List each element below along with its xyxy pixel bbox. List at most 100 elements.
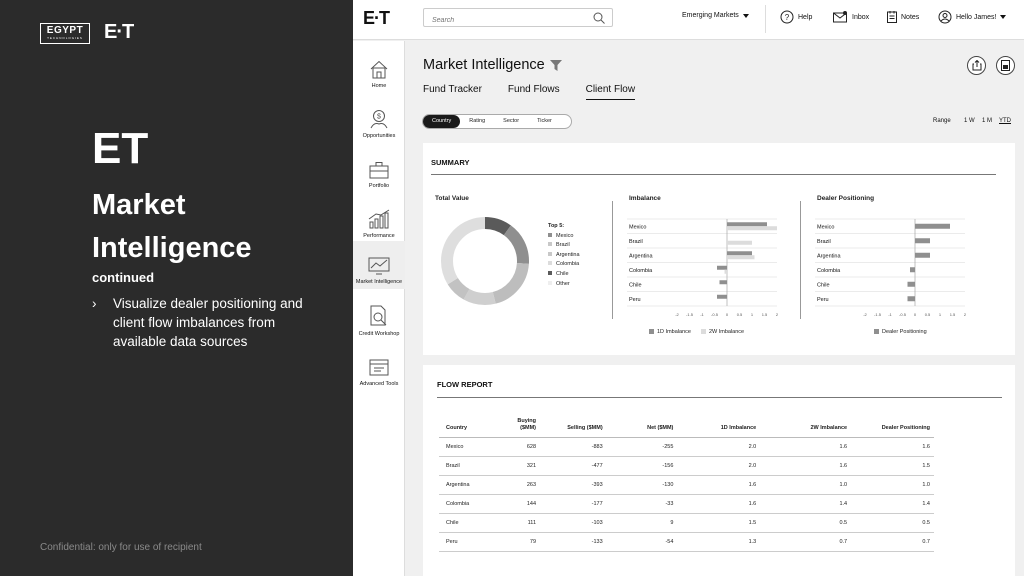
segment-ticker[interactable]: Ticker [528,115,561,128]
legend-swatch-2w [700,329,706,335]
inbox-button[interactable]: Inbox [833,11,869,23]
table-row[interactable]: Peru 79 -133 -54 1.3 0.7 0.7 [439,532,934,552]
table-cell: -54 [606,532,678,552]
col-buying[interactable]: Buying ($MM) [499,414,541,438]
legend-swatch [548,232,552,237]
tick-label: 0.5 [925,312,931,317]
tab-client-flow[interactable]: Client Flow [585,84,636,100]
table-cell: 79 [499,532,541,552]
tick-label: 2 [964,312,967,317]
legend-1d: 1D Imbalance [649,329,691,335]
legend-swatch-dealer [874,329,879,335]
sidebar-item-opportunities[interactable]: $ Opportunities [353,95,405,143]
tick-label: 1 [751,312,754,317]
tick-label: 2 [776,312,779,317]
col-2w-imbalance[interactable]: 2W Imbalance [760,414,852,438]
sidebar-item-market-intelligence[interactable]: Market Intelligence [353,241,405,289]
col-net[interactable]: Net ($MM) [606,414,678,438]
filter-icon[interactable] [549,59,562,71]
category-label: Chile [817,282,830,288]
app-logo[interactable]: E·T [363,8,390,29]
sidebar-item-portfolio[interactable]: Portfolio [353,145,405,193]
legend-label: Brazil [556,242,570,249]
bar [915,238,930,244]
summary-title: SUMMARY [431,158,470,167]
table-cell: 1.5 [851,456,934,476]
col-selling[interactable]: Selling ($MM) [540,414,607,438]
tick-label: -1 [700,312,704,317]
legend-swatch [548,261,552,266]
bullet-text: Visualize dealer positioning and client … [113,296,303,349]
range-1w[interactable]: 1 W [964,118,975,124]
category-label: Colombia [629,268,653,274]
table-row[interactable]: Chile 111 -103 9 1.5 0.5 0.5 [439,513,934,533]
tab-fund-tracker[interactable]: Fund Tracker [423,84,482,100]
table-cell: 144 [499,494,541,514]
export-button[interactable] [996,56,1015,75]
help-button[interactable]: ? Help [780,10,812,24]
sidebar-item-home[interactable]: Home [353,45,405,93]
search-box[interactable] [423,8,613,29]
table-cell: 1.0 [760,475,852,495]
imbalance-legend: 1D Imbalance 2W Imbalance [649,329,744,335]
category-label: Colombia [817,268,841,274]
chevron-down-icon [742,13,749,18]
search-input[interactable] [424,12,584,29]
table-row[interactable]: Colombia 144 -177 -33 1.6 1.4 1.4 [439,494,934,514]
sidebar-item-performance[interactable]: Performance [353,195,405,243]
tick-label: -0.5 [899,312,907,317]
bar [915,223,950,229]
table-row[interactable]: Mexico 628 -883 -255 2.0 1.6 1.6 [439,437,934,457]
flow-report-title: FLOW REPORT [437,380,493,389]
share-button[interactable] [967,56,986,75]
legend-item: Argentina [548,251,580,261]
tab-fund-flows[interactable]: Fund Flows [508,84,560,100]
bar [719,280,727,285]
avatar-icon [938,10,952,24]
category-label: Mexico [629,224,646,230]
sidebar-item-label: Performance [363,232,395,239]
range-1m[interactable]: 1 M [982,118,992,124]
segment-country[interactable]: Country [423,115,461,128]
search-icon[interactable] [593,12,605,24]
range-ytd[interactable]: YTD [999,118,1011,124]
inbox-icon [833,11,847,23]
summary-card: SUMMARY Total Value Imbalance Dealer Pos… [423,143,1015,355]
legend-2w-label: 2W Imbalance [708,329,745,335]
legend-label: Mexico [556,232,574,239]
col-country[interactable]: Country [439,414,500,438]
tick-label: 1 [939,312,942,317]
sidebar-item-advanced-tools[interactable]: Advanced Tools [353,343,405,391]
segment-sector[interactable]: Sector [494,115,528,128]
credit-workshop-icon [370,305,387,325]
col-1d-imbalance[interactable]: 1D Imbalance [677,414,761,438]
col-dealer-positioning[interactable]: Dealer Positioning [851,414,934,438]
page-title-text: Market Intelligence [423,57,545,73]
confidential-footer: Confidential: only for use of recipient [40,542,202,553]
bar [910,267,915,273]
bar [717,294,727,299]
user-menu[interactable]: Hello James! [938,10,1007,24]
imbalance-title: Imbalance [629,195,661,202]
notes-button[interactable]: Notes [887,11,919,23]
table-cell: 1.4 [851,494,934,514]
table-cell: -103 [540,513,607,533]
table-cell: Peru [439,532,500,552]
home-icon [370,60,388,78]
tab-bar: Fund Tracker Fund Flows Client Flow [423,84,636,100]
table-cell: -130 [606,475,678,495]
table-row[interactable]: Argentina 263 -393 -130 1.6 1.0 1.0 [439,475,934,495]
sidebar-item-label: Opportunities [362,132,396,139]
slide-heading: ET [92,124,149,173]
sidebar-item-credit-workshop[interactable]: Credit Workshop [353,293,405,341]
tick-label: 0 [914,312,917,317]
table-cell: 263 [499,475,541,495]
tick-label: 1.5 [762,312,768,317]
table-row[interactable]: Brazil 321 -477 -156 2.0 1.6 1.5 [439,456,934,476]
sidebar-item-label: Credit Workshop [358,330,400,337]
market-select[interactable]: Emerging Markets [682,12,749,19]
bar [727,240,752,245]
tick-label: 0 [726,312,729,317]
svg-text:?: ? [785,13,790,22]
segment-rating[interactable]: Rating [460,115,494,128]
